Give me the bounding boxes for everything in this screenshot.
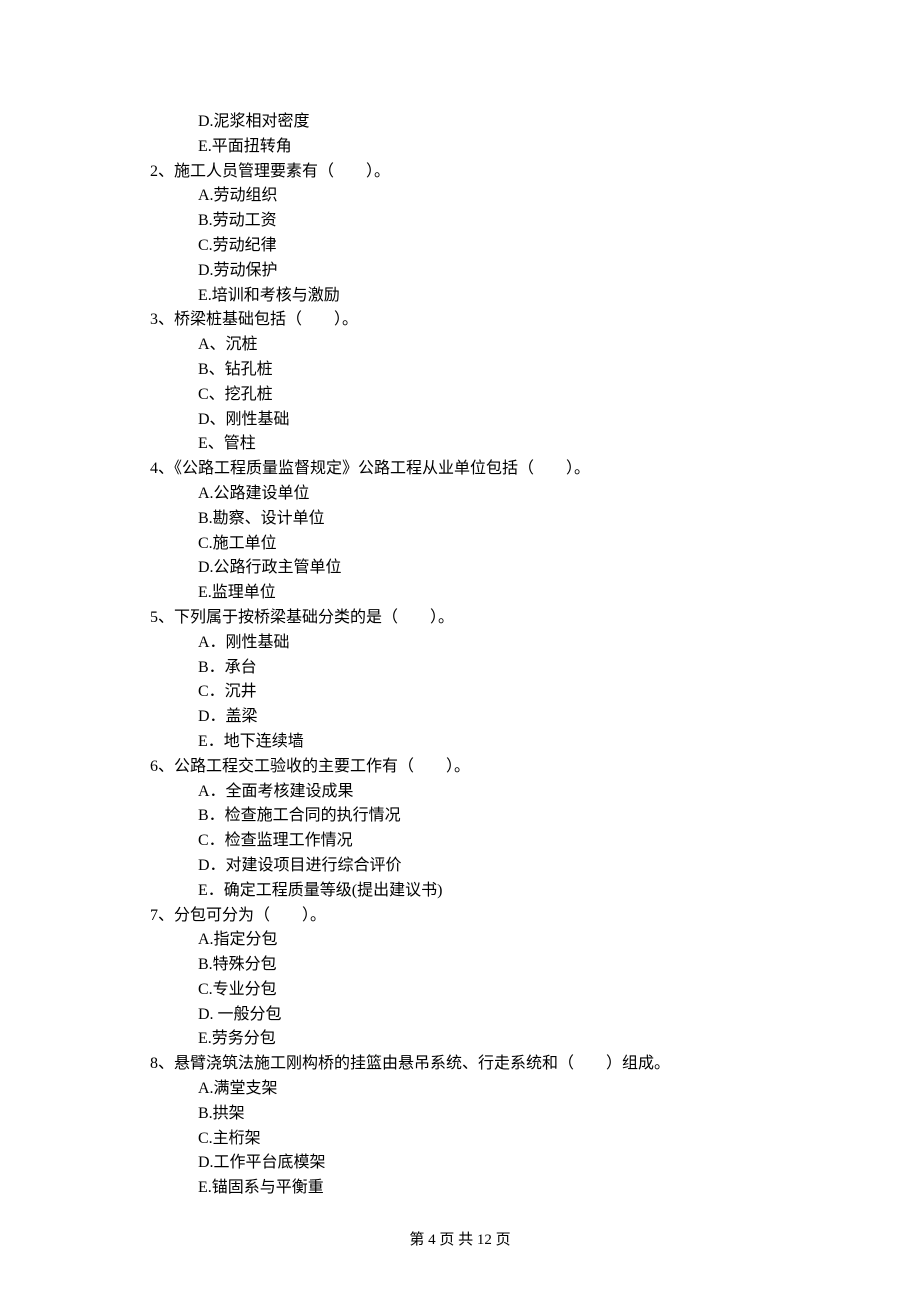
question-5-option-b: B．承台 <box>150 656 790 681</box>
question-5-option-c: C．沉井 <box>150 680 790 705</box>
question-8-option-b: B.拱架 <box>150 1102 790 1127</box>
question-4-option-c: C.施工单位 <box>150 532 790 557</box>
question-4-option-b: B.勘察、设计单位 <box>150 507 790 532</box>
question-5-option-a: A．刚性基础 <box>150 631 790 656</box>
question-7-option-b: B.特殊分包 <box>150 953 790 978</box>
question-8-option-e: E.锚固系与平衡重 <box>150 1176 790 1201</box>
question-3-option-d: D、刚性基础 <box>150 408 790 433</box>
question-2-option-b: B.劳动工资 <box>150 209 790 234</box>
question-7-option-a: A.指定分包 <box>150 928 790 953</box>
question-5-option-d: D．盖梁 <box>150 705 790 730</box>
question-8-option-a: A.满堂支架 <box>150 1077 790 1102</box>
question-3-option-e: E、管柱 <box>150 432 790 457</box>
question-3-option-a: A、沉桩 <box>150 333 790 358</box>
question-2-option-d: D.劳动保护 <box>150 259 790 284</box>
question-3-stem: 3、桥梁桩基础包括（ ）。 <box>150 308 790 333</box>
question-4-option-e: E.监理单位 <box>150 581 790 606</box>
question-7-option-e: E.劳务分包 <box>150 1027 790 1052</box>
question-3-option-c: C、挖孔桩 <box>150 383 790 408</box>
question-6-option-c: C．检查监理工作情况 <box>150 829 790 854</box>
question-2-option-c: C.劳动纪律 <box>150 234 790 259</box>
prev-option-e: E.平面扭转角 <box>150 135 790 160</box>
question-8-option-c: C.主桁架 <box>150 1127 790 1152</box>
question-2-option-a: A.劳动组织 <box>150 184 790 209</box>
question-4-stem: 4、《公路工程质量监督规定》公路工程从业单位包括（ ）。 <box>150 457 790 482</box>
prev-option-d: D.泥浆相对密度 <box>150 110 790 135</box>
question-6-option-e: E．确定工程质量等级(提出建议书) <box>150 879 790 904</box>
question-6-option-a: A．全面考核建设成果 <box>150 780 790 805</box>
question-8-stem: 8、悬臂浇筑法施工刚构桥的挂篮由悬吊系统、行走系统和（ ）组成。 <box>150 1052 790 1077</box>
question-6-option-d: D．对建设项目进行综合评价 <box>150 854 790 879</box>
question-7-stem: 7、分包可分为（ ）。 <box>150 904 790 929</box>
question-7-option-d: D. 一般分包 <box>150 1003 790 1028</box>
question-8-option-d: D.工作平台底模架 <box>150 1151 790 1176</box>
question-7-option-c: C.专业分包 <box>150 978 790 1003</box>
question-2-stem: 2、施工人员管理要素有（ ）。 <box>150 160 790 185</box>
question-6-stem: 6、公路工程交工验收的主要工作有（ ）。 <box>150 755 790 780</box>
document-page: D.泥浆相对密度 E.平面扭转角 2、施工人员管理要素有（ ）。 A.劳动组织 … <box>0 0 790 1201</box>
question-2-option-e: E.培训和考核与激励 <box>150 284 790 309</box>
question-4-option-d: D.公路行政主管单位 <box>150 556 790 581</box>
question-4-option-a: A.公路建设单位 <box>150 482 790 507</box>
question-5-option-e: E．地下连续墙 <box>150 730 790 755</box>
question-3-option-b: B、钻孔桩 <box>150 358 790 383</box>
question-5-stem: 5、下列属于按桥梁基础分类的是（ ）。 <box>150 606 790 631</box>
page-footer: 第 4 页 共 12 页 <box>0 1229 920 1252</box>
question-6-option-b: B．检查施工合同的执行情况 <box>150 804 790 829</box>
